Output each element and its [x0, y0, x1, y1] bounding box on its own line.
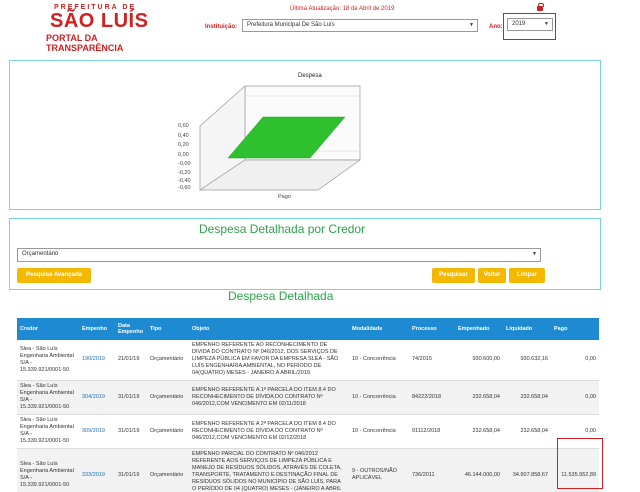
column-header[interactable]: Modalidade [349, 318, 409, 340]
cell-data: 31/01/19 [115, 414, 147, 449]
cell-tipo: Orçamentário [147, 380, 189, 415]
search-button[interactable]: Pesquisar [432, 268, 475, 283]
column-header[interactable]: Tipo [147, 318, 189, 340]
page: PREFEITURA DE SÃO LUÍS PORTAL DA TRANSPA… [0, 0, 640, 492]
cell-modalidade: 10 - Concorrência [349, 340, 409, 381]
filter-title: Despesa Detalhada por Credor [199, 222, 366, 236]
column-header[interactable]: Empenhado [455, 318, 503, 340]
cell-empenho-link[interactable]: 333/2019 [79, 448, 115, 492]
cell-processo: 84222/2018 [409, 380, 455, 415]
table-row: Slea - São Luís Engenharia Ambiental S/A… [17, 340, 599, 381]
cell-credor: Slea - São Luís Engenharia Ambiental S/A… [17, 448, 79, 492]
table-row: Slea - São Luís Engenharia Ambiental S/A… [17, 414, 599, 449]
type-select-value: Orçamentário [22, 251, 59, 257]
cell-objeto: EMPENHO REFERENTE A 2ª PARCELA DO ITEM 8… [189, 414, 349, 449]
cell-tipo: Orçamentário [147, 340, 189, 381]
table-row: Slea - São Luís Engenharia Ambiental S/A… [17, 448, 599, 492]
cell-objeto: EMPENHO REFERENTE AO RECONHECIMENTO DE D… [189, 340, 349, 381]
cell-objeto: EMPENHO REFERENTE A 1ª PARCELA DO ITEM 8… [189, 380, 349, 415]
cell-data: 31/01/19 [115, 448, 147, 492]
type-select[interactable]: Orçamentário ▼ [17, 248, 541, 262]
column-header[interactable]: Pago [551, 318, 599, 340]
cell-liquidado: 232.658,04 [503, 414, 551, 449]
table-header-row: Credor Empenho Data Empenho Tipo Objeto … [17, 318, 599, 340]
clear-button[interactable]: Limpar [509, 268, 545, 283]
table-row: Slea - São Luís Engenharia Ambiental S/A… [17, 380, 599, 415]
cell-data: 31/01/19 [115, 380, 147, 415]
column-header[interactable]: Empenho [79, 318, 115, 340]
cell-modalidade: 10 - Concorrência [349, 380, 409, 415]
advanced-search-button[interactable]: Pesquisa Avançada [17, 268, 91, 283]
column-header[interactable]: Objeto [189, 318, 349, 340]
cell-liquidado: 930.632,16 [503, 340, 551, 381]
cell-processo: 91112/2018 [409, 414, 455, 449]
cell-empenhado: 46.144.000,00 [455, 448, 503, 492]
cell-objeto: EMPENHO PARCIAL DO CONTRATO Nº 046/2012 … [189, 448, 349, 492]
cell-empenhado: 232.658,04 [455, 414, 503, 449]
column-header[interactable]: Data Empenho [115, 318, 147, 340]
cell-liquidado: 34.607.858,67 [503, 448, 551, 492]
cell-empenhado: 930.600,00 [455, 340, 503, 381]
cell-credor: Slea - São Luís Engenharia Ambiental S/A… [17, 414, 79, 449]
cell-pago: 0,00 [551, 380, 599, 415]
pago-highlight-box [557, 438, 603, 489]
cell-liquidado: 232.658,04 [503, 380, 551, 415]
cell-tipo: Orçamentário [147, 448, 189, 492]
expense-table: Credor Empenho Data Empenho Tipo Objeto … [17, 318, 599, 492]
column-header[interactable]: Credor [17, 318, 79, 340]
cell-empenho-link[interactable]: 309/2019 [79, 414, 115, 449]
x-category-label: Pago [278, 194, 291, 200]
cell-tipo: Orçamentário [147, 414, 189, 449]
cell-processo: 736/2011 [409, 448, 455, 492]
column-header[interactable]: Processo [409, 318, 455, 340]
cell-empenhado: 232.658,04 [455, 380, 503, 415]
column-header[interactable]: Liquidado [503, 318, 551, 340]
cell-modalidade: 9 - OUTROS/NÃO APLICÁVEL [349, 448, 409, 492]
cell-empenho-link[interactable]: 190/2019 [79, 340, 115, 381]
cell-modalidade: 10 - Concorrência [349, 414, 409, 449]
table-title: Despesa Detalhada [228, 289, 334, 303]
cell-credor: Slea - São Luís Engenharia Ambiental S/A… [17, 380, 79, 415]
chevron-down-icon: ▼ [532, 251, 537, 257]
cell-processo: 74/2015 [409, 340, 455, 381]
cell-data: 21/01/19 [115, 340, 147, 381]
back-button[interactable]: Voltar [478, 268, 506, 283]
cell-empenho-link[interactable]: 304/2019 [79, 380, 115, 415]
cell-credor: Slea - São Luís Engenharia Ambiental S/A… [17, 340, 79, 381]
cell-pago: 0,00 [551, 340, 599, 381]
